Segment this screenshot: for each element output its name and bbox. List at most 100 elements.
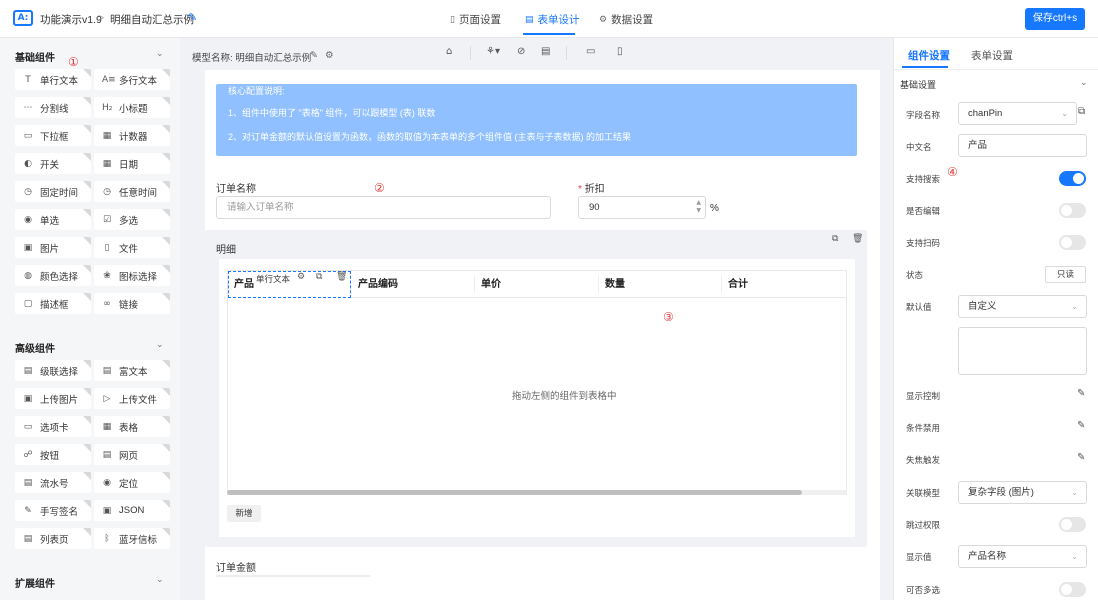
edit-name-icon[interactable]: ✎ bbox=[188, 11, 197, 24]
edit-icon[interactable]: ✎ bbox=[1077, 388, 1085, 399]
scrollbar-thumb[interactable] bbox=[227, 490, 802, 495]
tab-form-design[interactable]: ▤ 表单设计 bbox=[525, 12, 580, 27]
field-name-select[interactable]: chanPin ⌄ bbox=[958, 102, 1077, 125]
chevron-down-icon[interactable]: ⌄ bbox=[1080, 77, 1088, 88]
tab-label: 数据设置 bbox=[611, 14, 654, 26]
multiline-text-icon: A≡ bbox=[102, 74, 116, 85]
delete-icon[interactable]: 🗑 bbox=[852, 234, 863, 244]
link-icon[interactable]: ⊘ bbox=[517, 46, 525, 57]
component-cascader[interactable]: ▤ 级联选择 bbox=[15, 360, 91, 381]
component-radio[interactable]: ◉ 单选 bbox=[15, 209, 91, 230]
component-label: 多行文本 bbox=[119, 75, 158, 87]
chevron-down-icon[interactable]: ⌄ bbox=[156, 48, 164, 59]
edit-icon[interactable]: ✎ bbox=[1077, 452, 1085, 463]
edit-model-icon[interactable]: ✎ bbox=[310, 50, 318, 61]
col-header-total[interactable]: 合计 bbox=[728, 271, 748, 298]
col-header-price[interactable]: 单价 bbox=[481, 271, 501, 298]
add-row-button[interactable]: 新增 bbox=[227, 505, 261, 522]
component-counter[interactable]: ▦ 计数器 bbox=[94, 125, 170, 146]
component-button[interactable]: ☍ 按钮 bbox=[15, 444, 91, 465]
display-value-select[interactable]: 产品名称 ⌄ bbox=[958, 545, 1087, 568]
component-single-text[interactable]: T 单行文本 bbox=[15, 69, 91, 90]
component-icon-picker[interactable]: ❀ 图标选择 bbox=[94, 265, 170, 286]
searchable-toggle[interactable] bbox=[1059, 171, 1086, 186]
copy-icon[interactable]: ⧉ bbox=[316, 272, 322, 282]
horizontal-scrollbar[interactable] bbox=[227, 490, 847, 495]
copy-icon[interactable]: ⧉ bbox=[1078, 106, 1085, 117]
component-description[interactable]: ▢ 描述框 bbox=[15, 293, 91, 314]
component-webpage[interactable]: ▤ 网页 bbox=[94, 444, 170, 465]
desktop-icon[interactable]: ▭ bbox=[586, 46, 595, 57]
component-multi-text[interactable]: A≡ 多行文本 bbox=[94, 69, 170, 90]
table-icon: ▦ bbox=[102, 421, 112, 432]
tab-page-settings[interactable]: ▯ 页面设置 bbox=[450, 12, 501, 27]
col-header-quantity[interactable]: 数量 bbox=[605, 271, 625, 298]
component-subtitle[interactable]: H₂ 小标题 bbox=[94, 97, 170, 118]
component-upload-file[interactable]: ▷ 上传文件 bbox=[94, 388, 170, 409]
cn-name-input[interactable]: 产品 bbox=[958, 134, 1087, 157]
settings-icon[interactable]: ⚙ bbox=[297, 272, 305, 282]
order-amount-input[interactable] bbox=[216, 575, 370, 577]
multi-select-toggle[interactable] bbox=[1059, 582, 1086, 597]
component-link[interactable]: ∞ 链接 bbox=[94, 293, 170, 314]
skip-auth-toggle[interactable] bbox=[1059, 517, 1086, 532]
upload-file-icon: ▷ bbox=[103, 393, 111, 404]
component-label: 任意时间 bbox=[119, 187, 158, 199]
component-date[interactable]: ▦ 日期 bbox=[94, 153, 170, 174]
component-location[interactable]: ◉ 定位 bbox=[94, 472, 170, 493]
info-title: 核心配置说明: bbox=[228, 86, 285, 96]
component-switch[interactable]: ◐ 开关 bbox=[15, 153, 91, 174]
col-header-product-code[interactable]: 产品编码 bbox=[358, 271, 398, 298]
order-name-input[interactable]: 请输入订单名称 bbox=[216, 196, 551, 219]
home-icon[interactable]: ⌂ bbox=[446, 46, 452, 57]
delete-icon[interactable]: 🗑 bbox=[336, 272, 347, 282]
section-title-extension: 扩展组件 bbox=[15, 579, 55, 590]
theme-dropdown-icon[interactable]: ⚘▾ bbox=[486, 46, 500, 57]
status-readonly-button[interactable]: 只读 bbox=[1045, 266, 1086, 283]
discount-input[interactable]: 90 ▲ ▼ bbox=[578, 196, 706, 219]
edit-icon[interactable]: ✎ bbox=[1077, 420, 1085, 431]
link-icon: ∞ bbox=[103, 298, 111, 309]
blur-trigger-label: 失焦触发 bbox=[906, 455, 941, 465]
scan-toggle[interactable] bbox=[1059, 235, 1086, 250]
component-divider[interactable]: ⋯ 分割线 bbox=[15, 97, 91, 118]
component-rich-text[interactable]: ▤ 富文本 bbox=[94, 360, 170, 381]
preview-icon[interactable]: ▤ bbox=[541, 46, 550, 57]
default-value-select[interactable]: 自定义 ⌄ bbox=[958, 295, 1087, 318]
component-image[interactable]: ▣ 图片 bbox=[15, 237, 91, 258]
component-signature[interactable]: ✎ 手写签名 bbox=[15, 500, 91, 521]
chevron-down-icon[interactable]: ⌄ bbox=[156, 574, 164, 585]
counter-icon: ▦ bbox=[102, 130, 112, 141]
component-any-time[interactable]: ◷ 任意时间 bbox=[94, 181, 170, 202]
mobile-icon[interactable]: ▯ bbox=[617, 46, 623, 57]
component-file[interactable]: ▯ 文件 bbox=[94, 237, 170, 258]
tab-component-settings[interactable]: 组件设置 bbox=[908, 48, 950, 63]
component-label: 表格 bbox=[119, 422, 139, 434]
model-name: 模型名称: 明细自动汇总示例 bbox=[192, 53, 312, 64]
tab-data-settings[interactable]: ⚙ 数据设置 bbox=[599, 12, 653, 27]
related-model-select[interactable]: 复杂字段 (图片) ⌄ bbox=[958, 481, 1087, 504]
stepper-arrows-icon[interactable]: ▲ ▼ bbox=[696, 199, 701, 215]
component-fixed-time[interactable]: ◷ 固定时间 bbox=[15, 181, 91, 202]
component-select[interactable]: ▭ 下拉框 bbox=[15, 125, 91, 146]
component-bluetooth-beacon[interactable]: ᛒ 蓝牙信标 bbox=[94, 528, 170, 549]
col-header-product[interactable]: 产品 bbox=[234, 271, 254, 298]
chevron-down-icon[interactable]: ⌄ bbox=[156, 339, 164, 350]
component-json[interactable]: ▣ JSON bbox=[94, 500, 170, 521]
component-tabs[interactable]: ▭ 选项卡 bbox=[15, 416, 91, 437]
component-list-page[interactable]: ▤ 列表页 bbox=[15, 528, 91, 549]
component-checkbox[interactable]: ☑ 多选 bbox=[94, 209, 170, 230]
copy-icon[interactable]: ⧉ bbox=[832, 234, 838, 244]
section-title-advanced: 高级组件 bbox=[15, 344, 55, 355]
scan-label: 支持扫码 bbox=[906, 238, 941, 248]
save-button[interactable]: 保存ctrl+s bbox=[1025, 8, 1085, 30]
editable-toggle[interactable] bbox=[1059, 203, 1086, 218]
component-upload-image[interactable]: ▣ 上传图片 bbox=[15, 388, 91, 409]
default-value-textarea[interactable] bbox=[958, 327, 1087, 375]
component-table[interactable]: ▦ 表格 bbox=[94, 416, 170, 437]
component-serial-number[interactable]: ▤ 流水号 bbox=[15, 472, 91, 493]
component-color-picker[interactable]: ◍ 颜色选择 bbox=[15, 265, 91, 286]
clock-icon: ◷ bbox=[103, 186, 111, 197]
settings-icon[interactable]: ⚙ bbox=[325, 50, 334, 61]
tab-form-settings[interactable]: 表单设置 bbox=[971, 48, 1013, 63]
